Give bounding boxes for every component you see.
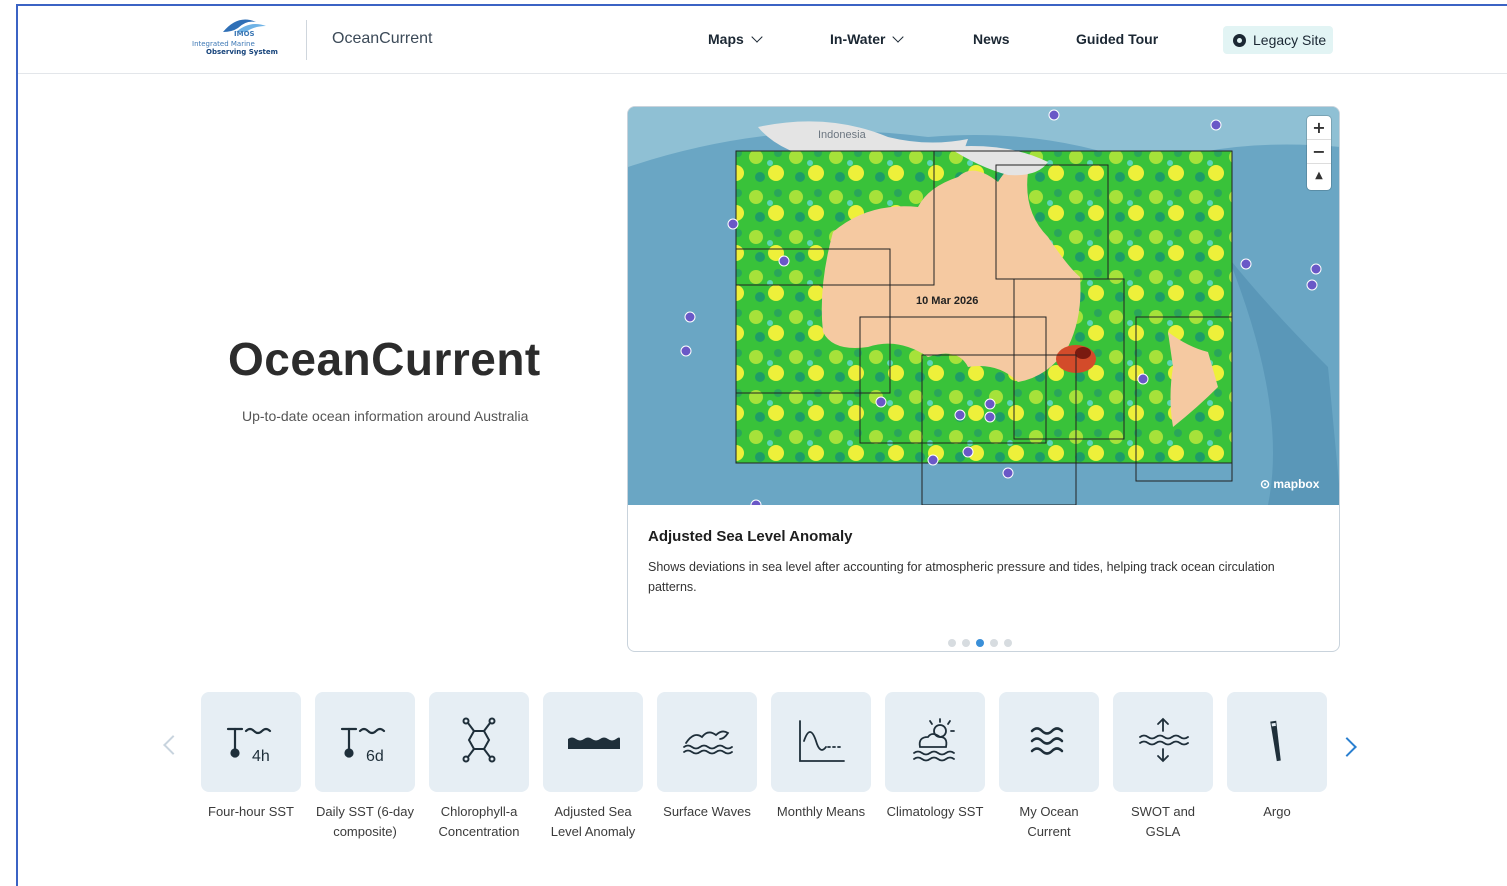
brand-name[interactable]: OceanCurrent (332, 30, 433, 48)
zoom-in-button[interactable]: + (1307, 116, 1331, 140)
mapbox-label: mapbox (1273, 477, 1320, 491)
product-tile (657, 692, 757, 792)
product-tile (1113, 692, 1213, 792)
climatology-icon (913, 718, 955, 762)
product-my-ocean-current[interactable]: My Ocean Current (998, 692, 1100, 842)
chevron-down-icon (892, 31, 905, 43)
nav-in-water-label: In-Water (830, 31, 886, 47)
product-swot-gsla[interactable]: SWOT and GSLA (1112, 692, 1214, 842)
compass-reset-button[interactable]: ▲ (1307, 164, 1331, 188)
logo-line2: Observing System (206, 48, 278, 56)
product-four-hour-sst[interactable]: 4h Four-hour SST (200, 692, 302, 822)
carousel-dot-4[interactable] (990, 639, 998, 647)
product-tile: 6d (315, 692, 415, 792)
carousel-dot-1[interactable] (948, 639, 956, 647)
chevron-down-icon (751, 31, 763, 43)
carousel-indicator (948, 632, 1018, 651)
product-monthly-means[interactable]: Monthly Means (770, 692, 872, 822)
map-graphic (628, 107, 1339, 511)
product-label: Four-hour SST (208, 804, 294, 819)
sea-level-map[interactable]: Indonesia 10 Mar 2026 + − ▲ ⊙ mapbox (628, 107, 1339, 511)
featured-product-card[interactable]: Indonesia 10 Mar 2026 + − ▲ ⊙ mapbox Adj… (627, 106, 1340, 652)
daily-sst-icon: 6d (340, 727, 386, 765)
imos-logo[interactable]: IMOS Integrated Marine Observing System (192, 14, 292, 66)
product-label: Surface Waves (663, 804, 751, 819)
nav-in-water[interactable]: In-Water (830, 31, 905, 47)
header-divider (306, 20, 307, 60)
legacy-site-label: Legacy Site (1253, 32, 1327, 48)
hero-title: OceanCurrent (228, 333, 541, 385)
product-tile (999, 692, 1099, 792)
product-tile (429, 692, 529, 792)
map-region-label: Indonesia (818, 129, 866, 141)
logo-imos-text: IMOS (234, 30, 255, 38)
zoom-control: + − ▲ (1307, 116, 1331, 190)
nav-news-label: News (973, 31, 1010, 47)
logo-line1: Integrated Marine (192, 40, 255, 48)
monthly-means-icon (799, 720, 845, 762)
product-label: SWOT and GSLA (1130, 804, 1196, 839)
swot-icon (1139, 717, 1189, 763)
legacy-site-button[interactable]: Legacy Site (1223, 26, 1333, 54)
card-title: Adjusted Sea Level Anomaly (648, 528, 853, 545)
chlorophyll-icon (462, 717, 496, 763)
carousel-dot-5[interactable] (1004, 639, 1012, 647)
product-tile (771, 692, 871, 792)
carousel-dot-3[interactable] (976, 639, 984, 647)
site-header: IMOS Integrated Marine Observing System … (18, 6, 1507, 74)
argo-icon (1270, 720, 1281, 762)
mapbox-logo-icon: ⊙ (1260, 477, 1274, 491)
product-tile: 4h (201, 692, 301, 792)
product-climatology-sst[interactable]: Climatology SST (884, 692, 986, 822)
hero-subtitle: Up-to-date ocean information around Aust… (242, 408, 529, 424)
map-date-label: 10 Mar 2026 (916, 295, 979, 307)
product-daily-sst[interactable]: 6d Daily SST (6-day composite) (314, 692, 416, 842)
product-tile (543, 692, 643, 792)
nav-maps[interactable]: Maps (708, 31, 763, 47)
nav-maps-label: Maps (708, 31, 744, 47)
product-sea-level[interactable]: Adjusted Sea Level Anomaly (542, 692, 644, 842)
nav-guided-tour[interactable]: Guided Tour (1076, 31, 1158, 47)
svg-text:4h: 4h (252, 748, 270, 765)
four-hour-sst-icon: 4h (226, 727, 272, 765)
zoom-out-button[interactable]: − (1307, 140, 1331, 164)
product-label: Monthly Means (776, 804, 866, 819)
product-label: Daily SST (6-day composite) (315, 804, 414, 839)
my-ocean-icon (1030, 727, 1064, 755)
nav-news[interactable]: News (973, 31, 1010, 47)
card-description: Shows deviations in sea level after acco… (648, 560, 1275, 594)
product-tile (1227, 692, 1327, 792)
product-argo[interactable]: Argo (1226, 692, 1328, 822)
product-label: My Ocean Current (1019, 804, 1079, 839)
mapbox-attribution[interactable]: ⊙ mapbox (1260, 477, 1319, 491)
nav-guided-tour-label: Guided Tour (1076, 31, 1159, 47)
product-chlorophyll[interactable]: Chlorophyll-a Concentration (428, 692, 530, 842)
carousel-dot-2[interactable] (962, 639, 970, 647)
product-label: Climatology SST (886, 804, 984, 819)
svg-text:6d: 6d (366, 748, 384, 765)
product-tile (885, 692, 985, 792)
sea-level-icon (568, 737, 620, 749)
product-label: Argo (1263, 804, 1291, 819)
product-surface-waves[interactable]: Surface Waves (656, 692, 758, 822)
product-label: Chlorophyll-a Concentration (438, 804, 520, 839)
product-label: Adjusted Sea Level Anomaly (550, 804, 636, 839)
legacy-circle-icon (1233, 34, 1246, 47)
waves-icon (683, 730, 733, 755)
